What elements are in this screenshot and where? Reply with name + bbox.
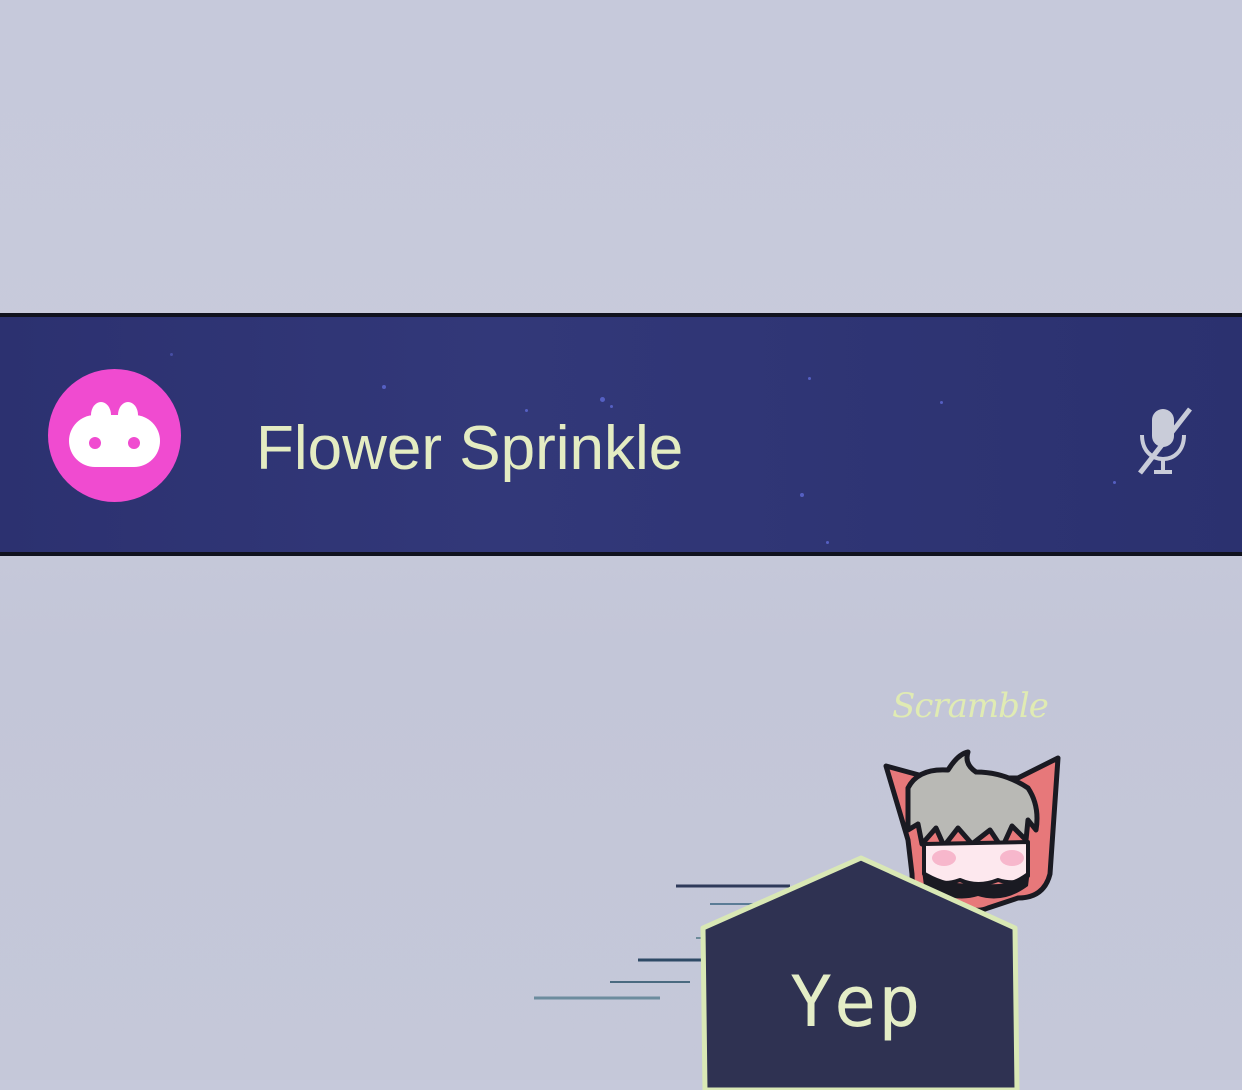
star-decoration [525, 409, 528, 412]
star-decoration [382, 385, 386, 389]
microphone-muted-icon [1138, 407, 1192, 475]
bunny-icon [69, 402, 160, 467]
mute-microphone-button[interactable] [1132, 403, 1196, 479]
star-decoration [940, 401, 943, 404]
star-decoration [808, 377, 811, 380]
star-decoration [610, 405, 613, 408]
voice-room-bar[interactable]: Flower Sprinkle [0, 313, 1242, 556]
participant-name: Scramble [892, 686, 1049, 726]
room-title: Flower Sprinkle [256, 414, 684, 483]
star-decoration [800, 493, 804, 497]
call-screen: Flower Sprinkle Scramble Yep [0, 0, 1242, 1090]
star-decoration [170, 353, 173, 356]
star-decoration [600, 397, 605, 402]
message-text: Yep [790, 961, 923, 1043]
star-decoration [1113, 481, 1116, 484]
app-avatar-button[interactable] [48, 369, 181, 502]
star-decoration [826, 541, 829, 544]
